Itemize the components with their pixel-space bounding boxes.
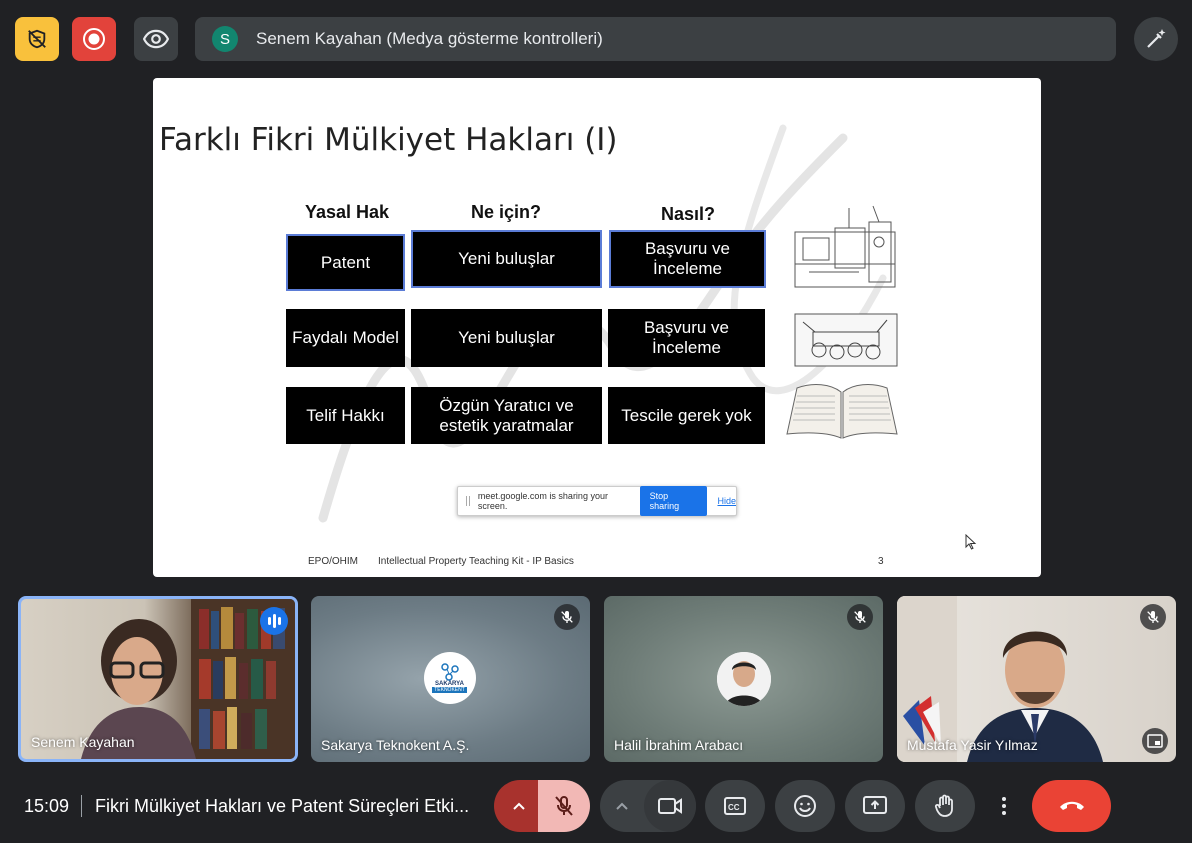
camera-controls <box>600 780 696 832</box>
microphone-toggle-button[interactable] <box>538 780 590 832</box>
mic-off-icon <box>1147 611 1159 623</box>
stop-sharing-button[interactable]: Stop sharing <box>639 486 708 516</box>
muted-indicator <box>1140 604 1166 630</box>
cell-patent: Patent <box>286 234 405 291</box>
recording-button[interactable] <box>72 17 116 61</box>
cell-patent-process: Başvuru ve İnceleme <box>609 230 766 288</box>
annotate-button[interactable] <box>1134 17 1178 61</box>
more-vert-icon <box>1002 797 1006 815</box>
muted-indicator <box>554 604 580 630</box>
participant-tile-mustafa[interactable]: Mustafa Yasir Yılmaz <box>897 596 1176 762</box>
shared-slide: Farklı Fikri Mülkiyet Hakları (I) Yasal … <box>153 78 1041 577</box>
pip-icon <box>1147 734 1163 748</box>
cell-patent-purpose: Yeni buluşlar <box>411 230 602 288</box>
avatar-photo <box>716 652 771 706</box>
participant-name: Sakarya Teknokent A.Ş. <box>321 737 470 753</box>
audio-options-button[interactable] <box>494 780 544 832</box>
chevron-up-icon <box>616 802 628 810</box>
presenter-label: Senem Kayahan (Medya gösterme kontroller… <box>256 29 603 48</box>
video-options-button[interactable] <box>600 780 644 832</box>
screen-share-banner: meet.google.com is sharing your screen. … <box>457 486 737 516</box>
patent-drawing-image <box>794 205 896 288</box>
column-header-what-for: Ne için? <box>470 202 541 222</box>
participant-tile-sakarya[interactable]: SAKARYA TEKNOKENT Sakarya Teknokent A.Ş. <box>311 596 590 762</box>
presenter-avatar: S <box>212 26 238 52</box>
column-header-how: Nasıl? <box>660 204 716 224</box>
participant-name: Mustafa Yasir Yılmaz <box>907 737 1038 753</box>
share-message: meet.google.com is sharing your screen. <box>477 491 608 511</box>
svg-text:CC: CC <box>728 803 740 812</box>
molecule-logo-icon <box>440 663 459 681</box>
end-call-button[interactable] <box>1032 780 1111 832</box>
cell-copyright-process: Tescile gerek yok <box>608 387 765 444</box>
mic-off-icon <box>854 611 866 623</box>
cell-utility-purpose: Yeni buluşlar <box>411 309 602 367</box>
hide-banner-link[interactable]: Hide <box>717 496 736 506</box>
present-screen-icon <box>863 796 887 814</box>
column-header-legal-right: Yasal Hak <box>304 202 390 222</box>
cell-utility-process: Başvuru ve İnceleme <box>608 309 765 367</box>
speaking-indicator <box>260 607 288 635</box>
utility-model-drawing-image <box>794 313 898 367</box>
participant-tile-halil[interactable]: Halil İbrahim Arabacı <box>604 596 883 762</box>
footer-kit-name: Intellectual Property Teaching Kit - IP … <box>378 556 574 567</box>
eye-icon <box>143 29 169 49</box>
cell-utility-model: Faydalı Model <box>286 309 405 367</box>
host-controls-button[interactable] <box>15 17 59 61</box>
sakarya-teknokent-logo: SAKARYA TEKNOKENT <box>423 652 476 704</box>
captions-button[interactable]: CC <box>705 780 765 832</box>
shield-crossed-icon <box>28 29 46 49</box>
closed-caption-icon: CC <box>724 797 746 815</box>
call-end-icon <box>1059 801 1084 810</box>
slide-page-number: 3 <box>878 556 884 567</box>
participant-tile-senem[interactable]: Senem Kayahan <box>18 596 298 762</box>
presenter-controls-bar[interactable]: S Senem Kayahan (Medya gösterme kontroll… <box>195 17 1116 61</box>
camera-toggle-button[interactable] <box>644 780 696 832</box>
videocam-icon <box>658 798 682 814</box>
footer-organization: EPO/OHIM <box>308 556 359 567</box>
mouse-cursor-icon <box>965 534 977 550</box>
more-options-button[interactable] <box>985 780 1023 832</box>
cell-copyright-purpose: Özgün Yaratıcı ve estetik yaratmalar <box>411 387 602 444</box>
participant-name: Halil İbrahim Arabacı <box>614 737 744 753</box>
picture-in-picture-button[interactable] <box>1142 728 1168 754</box>
mic-off-icon <box>561 611 573 623</box>
meeting-title: Fikri Mülkiyet Hakları ve Patent Süreçle… <box>95 796 470 816</box>
muted-indicator <box>847 604 873 630</box>
participant-name: Senem Kayahan <box>31 734 135 750</box>
pen-sparkle-icon <box>1147 29 1166 48</box>
chevron-up-icon <box>513 802 525 810</box>
record-icon <box>83 28 105 50</box>
clock-divider <box>81 795 82 817</box>
slide-title: Farklı Fikri Mülkiyet Hakları (I) <box>159 122 618 158</box>
open-book-image <box>786 384 898 439</box>
raise-hand-button[interactable] <box>915 780 975 832</box>
hand-icon <box>934 794 953 817</box>
mic-off-icon <box>555 796 573 816</box>
cell-copyright: Telif Hakkı <box>286 387 405 444</box>
participant-avatar <box>716 652 771 706</box>
logo-subtext: TEKNOKENT <box>432 687 467 693</box>
meeting-clock: 15:09 <box>24 796 70 816</box>
visibility-button[interactable] <box>134 17 178 61</box>
present-screen-button[interactable] <box>845 780 905 832</box>
emoji-icon <box>794 795 816 817</box>
reactions-button[interactable] <box>775 780 835 832</box>
drag-handle[interactable] <box>466 496 470 506</box>
